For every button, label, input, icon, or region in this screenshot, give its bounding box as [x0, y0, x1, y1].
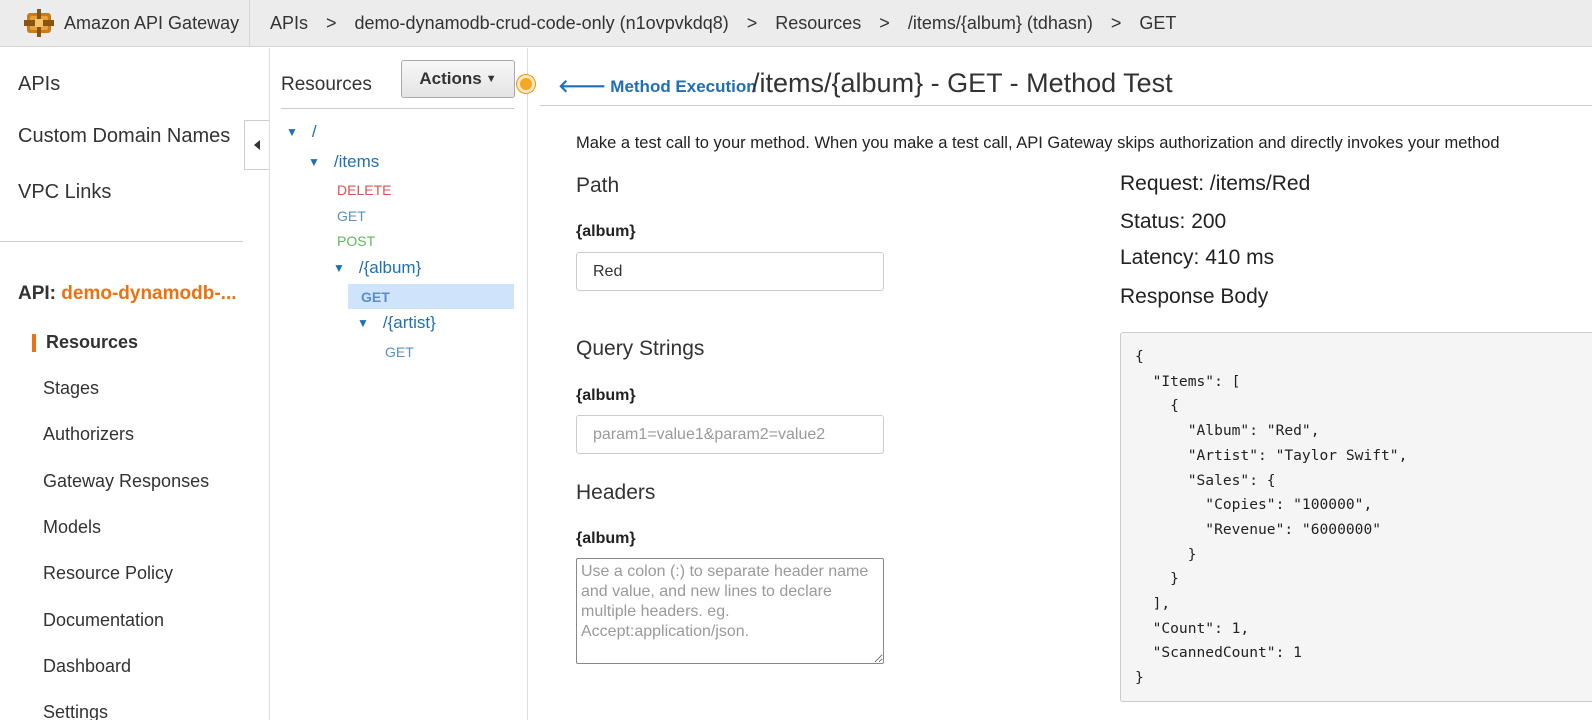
response-latency: Latency: 410 ms	[1120, 246, 1275, 269]
breadcrumb-separator: >	[1110, 12, 1122, 33]
tree-node-album[interactable]: ▼ /{album}	[333, 258, 421, 278]
drag-handle[interactable]	[517, 75, 535, 93]
nav-item-custom-domain-names[interactable]: Custom Domain Names	[18, 125, 230, 148]
method-execution-link[interactable]: 🡐 Method Execution	[558, 76, 757, 97]
tree-node-root[interactable]: ▼ /	[286, 122, 317, 142]
query-param-label: {album}	[576, 387, 636, 404]
method-get-artist[interactable]: GET	[385, 344, 414, 360]
response-status: Status: 200	[1120, 210, 1227, 233]
headers-param-label: {album}	[576, 530, 636, 547]
breadcrumb-separator: >	[326, 12, 337, 33]
query-string-input[interactable]	[576, 415, 884, 454]
breadcrumb-separator: >	[879, 12, 890, 33]
active-indicator	[32, 334, 36, 352]
brand-name: Amazon API Gateway	[64, 12, 240, 33]
breadcrumb: APIs > demo-dynamodb-crud-code-only (n1o…	[250, 13, 1176, 34]
collapse-nav-button[interactable]	[244, 120, 269, 170]
tree-node-items[interactable]: ▼ /items	[308, 152, 379, 172]
nav-item-apis[interactable]: APIs	[18, 73, 60, 96]
actions-button[interactable]: Actions ▼	[401, 60, 515, 98]
left-nav: APIs Custom Domain Names VPC Links API: …	[0, 48, 270, 720]
nav-item-dashboard[interactable]: Dashboard	[43, 656, 131, 677]
breadcrumb-resource[interactable]: /items/{album} (tdhasn)	[908, 13, 1093, 34]
tree-node-label: /{artist}	[382, 313, 436, 332]
nav-item-resource-policy[interactable]: Resource Policy	[43, 563, 173, 584]
intro-text: Make a test call to your method. When yo…	[576, 134, 1500, 152]
breadcrumb-apis[interactable]: APIs	[270, 13, 308, 34]
response-body-title: Response Body	[1120, 285, 1269, 308]
breadcrumb-method: GET	[1139, 12, 1177, 33]
headers-textarea[interactable]	[576, 558, 884, 664]
tree-node-label: /items	[333, 152, 380, 171]
tree-node-artist[interactable]: ▼ /{artist}	[357, 313, 436, 333]
path-param-input[interactable]	[576, 252, 884, 291]
brand[interactable]: Amazon API Gateway	[0, 0, 250, 47]
nav-item-stages[interactable]: Stages	[43, 378, 99, 399]
chevron-left-icon	[254, 140, 260, 150]
nav-divider	[0, 241, 243, 242]
page-title: /items/{album} - GET - Method Test	[752, 68, 1173, 98]
tree-node-label: /	[311, 122, 317, 141]
query-section-title: Query Strings	[576, 337, 705, 360]
title-divider	[540, 105, 1592, 106]
expand-triangle-icon: ▼	[357, 316, 369, 330]
breadcrumb-separator: >	[746, 12, 758, 33]
method-delete[interactable]: DELETE	[337, 182, 391, 198]
api-prefix: API:	[18, 283, 56, 304]
expand-triangle-icon: ▼	[333, 261, 345, 275]
path-param-label: {album}	[576, 223, 636, 240]
nav-item-settings[interactable]: Settings	[43, 702, 108, 720]
api-name[interactable]: demo-dynamodb-...	[61, 283, 236, 304]
arrow-left-icon: 🡐	[558, 76, 607, 96]
path-section-title: Path	[576, 174, 620, 197]
api-label: API: demo-dynamodb-...	[18, 283, 237, 305]
breadcrumb-resources[interactable]: Resources	[775, 13, 861, 34]
resources-title: Resources	[281, 74, 372, 95]
response-request: Request: /items/Red	[1120, 172, 1311, 195]
response-body-json: { "Items": [ { "Album": "Red", "Artist":…	[1135, 348, 1408, 687]
method-get-selected[interactable]: GET	[361, 289, 390, 305]
expand-triangle-icon: ▼	[286, 125, 298, 139]
nav-item-vpc-links[interactable]: VPC Links	[18, 181, 111, 204]
nav-item-documentation[interactable]: Documentation	[43, 610, 164, 631]
api-gateway-logo-icon	[24, 9, 54, 37]
breadcrumb-api[interactable]: demo-dynamodb-crud-code-only (n1ovpvkdq8…	[355, 13, 729, 34]
resources-divider	[281, 108, 514, 109]
method-post[interactable]: POST	[337, 233, 375, 249]
method-get[interactable]: GET	[337, 208, 366, 224]
nav-item-gateway-responses[interactable]: Gateway Responses	[43, 471, 209, 492]
caret-down-icon: ▼	[485, 73, 497, 85]
main-panel: 🡐 Method Execution /items/{album} - GET …	[528, 48, 1592, 720]
response-body[interactable]: { "Items": [ { "Album": "Red", "Artist":…	[1120, 332, 1592, 702]
nav-item-authorizers[interactable]: Authorizers	[43, 424, 134, 445]
headers-section-title: Headers	[576, 481, 656, 504]
nav-item-models[interactable]: Models	[43, 517, 101, 538]
top-bar: Amazon API Gateway APIs > demo-dynamodb-…	[0, 0, 1592, 47]
actions-label: Actions	[419, 69, 482, 88]
nav-item-resources[interactable]: Resources	[46, 332, 138, 353]
tree-node-label: /{album}	[358, 258, 422, 277]
expand-triangle-icon: ▼	[308, 155, 320, 169]
resources-panel: Resources Actions ▼ ▼ / ▼ /items DELETE …	[270, 48, 528, 720]
back-link-label: Method Execution	[610, 76, 757, 96]
